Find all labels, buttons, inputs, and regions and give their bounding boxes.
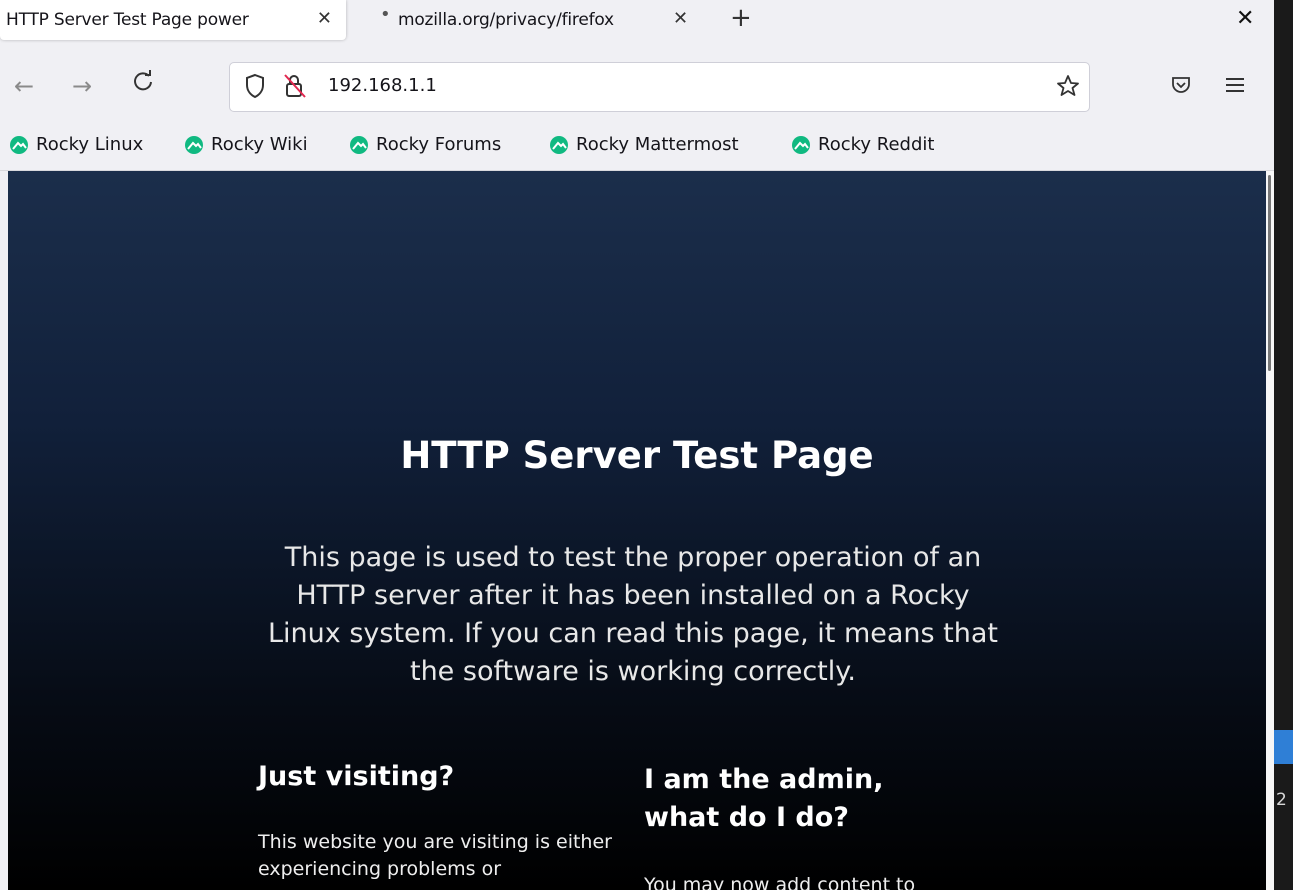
visitor-paragraph: This website you are visiting is either …: [258, 831, 612, 880]
bookmark-label: Rocky Wiki: [211, 134, 308, 155]
forward-arrow-icon[interactable]: →: [72, 72, 92, 100]
shield-icon[interactable]: [244, 73, 266, 103]
new-tab-icon[interactable]: +: [730, 3, 752, 33]
pocket-icon[interactable]: [1170, 74, 1192, 100]
bookmark-rocky-linux[interactable]: Rocky Linux: [10, 134, 143, 155]
page-lead-paragraph: This page is used to test the proper ope…: [268, 542, 998, 687]
insecure-lock-icon[interactable]: [283, 73, 307, 103]
admin-paragraph: You may now add content to: [644, 874, 916, 890]
page-content: HTTP Server Test Page This page is used …: [8, 171, 1266, 890]
page-title: HTTP Server Test Page: [400, 434, 874, 477]
bookmark-rocky-reddit[interactable]: Rocky Reddit: [792, 134, 934, 155]
browser-window: HTTP Server Test Page power ✕ • mozilla.…: [0, 0, 1274, 890]
page-scrollbar[interactable]: [1266, 171, 1274, 890]
side-strip-digit: 2: [1276, 790, 1287, 810]
rocky-logo-icon: [350, 135, 368, 154]
bookmark-label: Rocky Linux: [36, 134, 144, 155]
bookmark-rocky-mattermost[interactable]: Rocky Mattermost: [550, 134, 739, 155]
admin-heading: I am the admin, what do I do?: [644, 764, 884, 833]
scrollbar-thumb[interactable]: [1268, 175, 1271, 371]
unread-dot-icon: •: [380, 4, 391, 25]
close-icon[interactable]: ✕: [317, 8, 332, 29]
window-close-icon[interactable]: ✕: [1236, 6, 1254, 31]
visitor-heading: Just visiting?: [258, 761, 455, 792]
bookmarks-toolbar: Rocky Linux Rocky Wiki Rocky Forums Rock…: [0, 128, 1274, 171]
hamburger-menu-icon[interactable]: [1225, 76, 1245, 98]
bookmark-label: Rocky Reddit: [818, 134, 935, 155]
rocky-logo-icon: [10, 135, 28, 154]
tab-label: HTTP Server Test Page power: [6, 10, 249, 30]
bookmark-label: Rocky Mattermost: [576, 134, 739, 155]
tab-mozilla-privacy[interactable]: • mozilla.org/privacy/firefox ✕: [360, 0, 720, 46]
address-bar[interactable]: 192.168.1.1: [229, 62, 1090, 112]
rocky-logo-icon: [792, 135, 810, 154]
tab-strip: HTTP Server Test Page power ✕ • mozilla.…: [0, 0, 1274, 46]
rocky-logo-icon: [185, 135, 203, 154]
reload-icon[interactable]: [132, 70, 154, 98]
desktop-side-strip: 2: [1274, 0, 1293, 890]
bookmark-rocky-wiki[interactable]: Rocky Wiki: [185, 134, 308, 155]
tab-http-server-test[interactable]: HTTP Server Test Page power ✕: [0, 0, 346, 40]
bookmark-star-icon[interactable]: [1056, 74, 1080, 102]
rocky-logo-icon: [550, 135, 568, 154]
taskbar-highlight: [1274, 730, 1293, 764]
tab-label: mozilla.org/privacy/firefox: [398, 10, 614, 30]
bookmark-label: Rocky Forums: [376, 134, 502, 155]
bookmark-rocky-forums[interactable]: Rocky Forums: [350, 134, 501, 155]
back-arrow-icon[interactable]: ←: [14, 72, 34, 100]
url-text[interactable]: 192.168.1.1: [328, 75, 437, 96]
close-icon[interactable]: ✕: [673, 8, 706, 29]
